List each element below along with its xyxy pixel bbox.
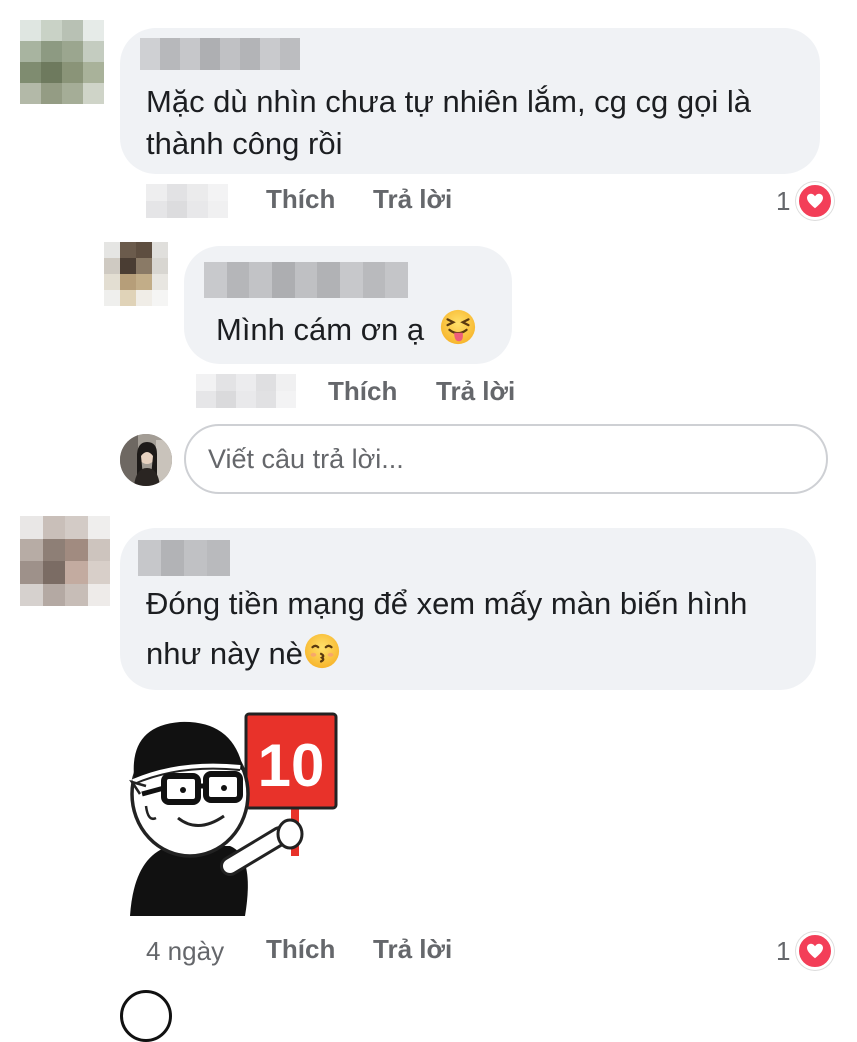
reply-text: Mình cám ơn ạ — [216, 308, 477, 358]
timestamp-blurred — [146, 184, 228, 218]
heart-icon — [796, 182, 835, 220]
reply-button[interactable]: Trả lời — [373, 184, 452, 215]
reaction-count: 1 — [776, 935, 791, 966]
avatar-blurred[interactable] — [104, 242, 168, 306]
like-button[interactable]: Thích — [328, 376, 397, 407]
reply-button[interactable]: Trả lời — [436, 376, 515, 407]
reply-text-content: Mình cám ơn ạ — [216, 312, 425, 347]
heart-icon — [796, 932, 835, 970]
reaction-summary[interactable]: 1 — [776, 932, 835, 970]
like-button[interactable]: Thích — [266, 934, 335, 965]
comment-text-line-2: thành công rồi — [146, 126, 343, 161]
reply-input[interactable] — [186, 426, 768, 492]
reaction-summary[interactable]: 1 — [776, 182, 835, 220]
comment-text-line-1: Đóng tiền mạng để xem mấy màn biến hình — [146, 586, 748, 621]
squinting-face-with-tongue-icon — [439, 308, 477, 358]
author-name-blurred[interactable] — [140, 38, 300, 70]
reply-input-box[interactable] — [184, 424, 828, 494]
reaction-count: 1 — [776, 185, 791, 216]
avatar-blurred[interactable] — [20, 516, 110, 606]
like-button[interactable]: Thích — [266, 184, 335, 215]
timestamp-blurred — [196, 374, 296, 408]
avatar-blurred[interactable] — [20, 20, 104, 104]
current-user-avatar[interactable] — [120, 434, 172, 486]
comment-timestamp[interactable]: 4 ngày — [146, 936, 224, 967]
author-name-blurred[interactable] — [204, 262, 408, 298]
comment-text-line-2-content: như này nè — [146, 636, 303, 671]
sticker[interactable]: 10 — [120, 706, 350, 926]
reply-button[interactable]: Trả lời — [373, 934, 452, 965]
sticker-sign-text: 10 — [258, 732, 325, 799]
comment-text-line-2: như này nè — [146, 632, 341, 682]
next-comment-avatar[interactable] — [120, 990, 172, 1042]
comment-text-line-1: Mặc dù nhìn chưa tự nhiên lắm, cg cg gọi… — [146, 84, 751, 119]
kissing-face-icon — [303, 632, 341, 682]
author-name-blurred[interactable] — [138, 540, 230, 576]
